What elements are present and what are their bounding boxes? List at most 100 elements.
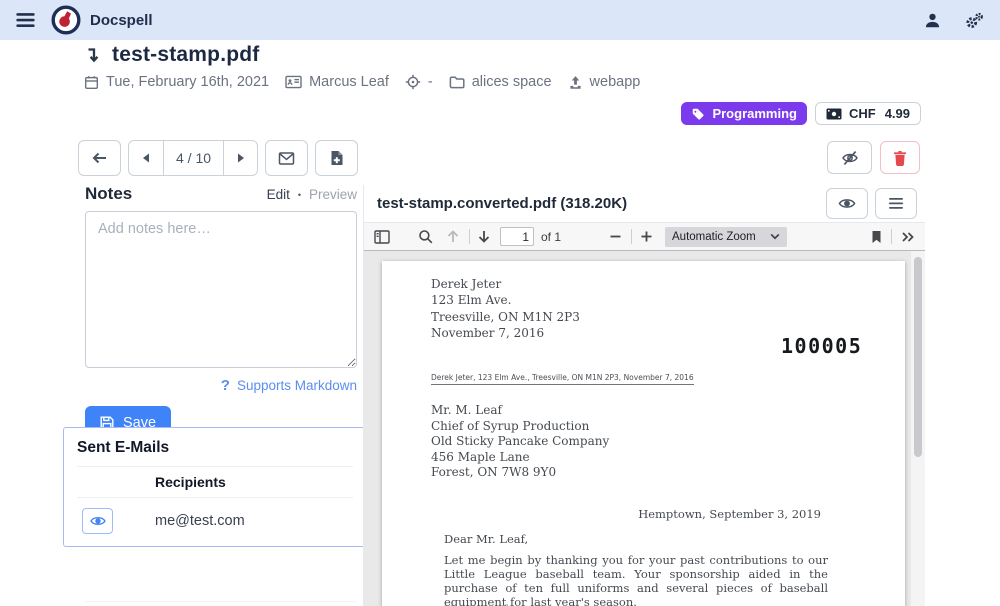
notes-tabs: Edit • Preview bbox=[267, 187, 357, 202]
meta-correspondent: Marcus Leaf bbox=[285, 74, 389, 90]
stamp-number: 100005 bbox=[781, 334, 862, 358]
app-title: Docspell bbox=[90, 12, 153, 29]
letter-dateline: Hemptown, September 3, 2019 bbox=[638, 507, 821, 521]
pdf-scrollbar[interactable] bbox=[911, 251, 925, 606]
calendar-icon bbox=[84, 75, 99, 90]
meta-correspondent-label: Marcus Leaf bbox=[309, 74, 389, 90]
find-previous-button[interactable] bbox=[446, 229, 460, 244]
find-next-button[interactable] bbox=[477, 229, 491, 244]
pdfjs-toolbar: of 1 Automatic Zoom bbox=[364, 223, 925, 251]
money-icon bbox=[826, 108, 842, 120]
add-file-button[interactable] bbox=[315, 140, 358, 176]
pdf-page: Derek Jeter 123 Elm Ave. Treesville, ON … bbox=[382, 261, 905, 606]
notes-heading: Notes bbox=[85, 184, 132, 204]
actions-column-header bbox=[77, 467, 155, 498]
tag-badge[interactable]: Programming bbox=[681, 102, 807, 125]
meta-date-label: Tue, February 16th, 2021 bbox=[106, 74, 269, 90]
chevron-down-icon bbox=[770, 233, 780, 240]
recipient-address: me@test.com bbox=[155, 503, 353, 529]
back-button[interactable] bbox=[78, 140, 121, 176]
file-menu-button[interactable] bbox=[875, 188, 917, 219]
pdf-filename: test-stamp.converted.pdf (318.20K) bbox=[377, 195, 627, 212]
prev-item-button[interactable] bbox=[129, 141, 164, 175]
letter-body-partial: Next month, our … bbox=[444, 602, 828, 606]
page-count-label: of 1 bbox=[541, 230, 561, 244]
pdf-preview-panel: test-stamp.converted.pdf (318.20K) bbox=[363, 185, 925, 606]
docspell-logo-icon bbox=[51, 5, 81, 35]
sent-emails-table: Recipients me@test.com bbox=[77, 467, 353, 534]
page-number-input[interactable] bbox=[500, 227, 534, 246]
notes-preview-tab[interactable]: Preview bbox=[309, 187, 357, 202]
zoom-in-button[interactable] bbox=[640, 230, 653, 243]
menu-bars-icon bbox=[889, 198, 903, 209]
docspell-app: Docspell test-stamp.pdf Tue, February 16… bbox=[0, 0, 1000, 606]
upload-icon bbox=[568, 75, 583, 90]
section-divider bbox=[85, 601, 357, 602]
item-position-label: 4 / 10 bbox=[164, 141, 224, 175]
trash-icon bbox=[893, 150, 907, 166]
meta-source-label: webapp bbox=[590, 74, 641, 90]
meta-concerning-label: - bbox=[428, 74, 433, 90]
notes-edit-tab[interactable]: Edit bbox=[267, 187, 290, 202]
amount-value: 4.99 bbox=[885, 106, 910, 121]
markdown-hint-label: Supports Markdown bbox=[237, 378, 357, 393]
tag-badge-label: Programming bbox=[712, 106, 797, 121]
letter-body: Let me begin by thanking you for your pa… bbox=[444, 554, 828, 606]
amount-currency: CHF bbox=[849, 106, 876, 121]
id-card-icon bbox=[285, 75, 302, 89]
notes-section: Notes Edit • Preview ? Supports Markdown… bbox=[85, 184, 357, 439]
pdf-viewer-canvas[interactable]: Derek Jeter 123 Elm Ave. Treesville, ON … bbox=[364, 251, 925, 606]
zoom-level-select[interactable]: Automatic Zoom bbox=[665, 227, 787, 247]
crosshair-icon bbox=[405, 74, 421, 90]
letter-recipient-block: Mr. M. Leaf Chief of Syrup Production Ol… bbox=[431, 403, 609, 481]
eye-icon bbox=[838, 197, 856, 210]
document-meta-row: Tue, February 16th, 2021 Marcus Leaf - a… bbox=[84, 74, 640, 90]
pdf-scrollbar-thumb[interactable] bbox=[914, 257, 922, 457]
amount-badge[interactable]: CHF 4.99 bbox=[815, 102, 921, 125]
notes-tab-separator: • bbox=[298, 190, 301, 200]
question-icon: ? bbox=[221, 377, 230, 394]
meta-date: Tue, February 16th, 2021 bbox=[84, 74, 269, 90]
folder-icon bbox=[449, 75, 465, 89]
eye-slash-icon bbox=[840, 150, 860, 166]
gears-icon[interactable] bbox=[965, 12, 984, 29]
search-button[interactable] bbox=[418, 229, 433, 244]
recipients-column-header: Recipients bbox=[155, 467, 353, 498]
app-logo[interactable]: Docspell bbox=[51, 5, 153, 35]
badges-row: Programming CHF 4.99 bbox=[681, 102, 921, 125]
zoom-level-label: Automatic Zoom bbox=[672, 231, 756, 243]
toolbar-more-button[interactable] bbox=[901, 231, 915, 243]
user-icon[interactable] bbox=[924, 12, 941, 29]
notes-input[interactable] bbox=[85, 211, 357, 368]
sidebar-toggle-button[interactable] bbox=[374, 230, 390, 244]
bookmark-button[interactable] bbox=[871, 230, 882, 244]
letter-salutation: Dear Mr. Leaf, bbox=[444, 532, 528, 546]
delete-button[interactable] bbox=[880, 141, 920, 174]
item-pager: 4 / 10 bbox=[128, 140, 258, 176]
sent-emails-panel: Sent E-Mails Recipients me@test.com bbox=[63, 427, 367, 547]
file-plus-icon bbox=[330, 150, 344, 166]
table-row-action bbox=[77, 498, 155, 534]
item-nav-controls: 4 / 10 bbox=[78, 140, 358, 176]
top-navbar: Docspell bbox=[0, 0, 1000, 40]
tag-icon bbox=[691, 107, 705, 121]
sent-emails-heading: Sent E-Mails bbox=[77, 439, 353, 467]
meta-concerning: - bbox=[405, 74, 433, 90]
page-title: test-stamp.pdf bbox=[112, 43, 259, 67]
meta-source: webapp bbox=[568, 74, 641, 90]
meta-folder-label: alices space bbox=[472, 74, 552, 90]
letter-reference-line: Derek Jeter, 123 Elm Ave., Treesville, O… bbox=[431, 373, 694, 385]
pdf-header: test-stamp.converted.pdf (318.20K) bbox=[364, 185, 925, 223]
markdown-hint-link[interactable]: ? Supports Markdown bbox=[85, 377, 357, 394]
eye-icon bbox=[90, 515, 106, 527]
view-email-button[interactable] bbox=[82, 508, 113, 534]
zoom-out-button[interactable] bbox=[609, 230, 622, 243]
arrow-down-icon bbox=[84, 46, 102, 65]
item-action-controls bbox=[827, 141, 920, 174]
send-mail-button[interactable] bbox=[265, 140, 308, 176]
next-item-button[interactable] bbox=[224, 141, 257, 175]
hide-preview-button[interactable] bbox=[827, 141, 872, 174]
letter-sender-block: Derek Jeter 123 Elm Ave. Treesville, ON … bbox=[431, 276, 580, 342]
hamburger-menu-icon[interactable] bbox=[16, 12, 35, 28]
preview-toggle-button[interactable] bbox=[826, 188, 868, 219]
